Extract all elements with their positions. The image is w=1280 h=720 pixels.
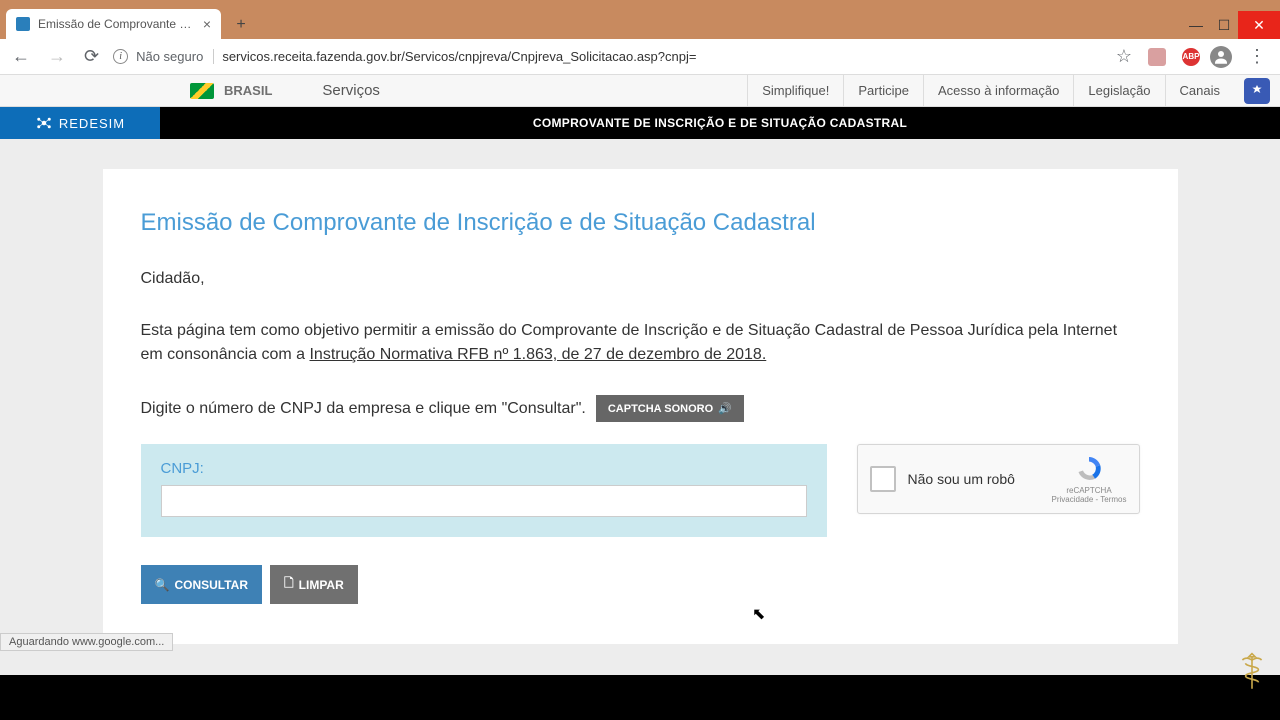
url-text: servicos.receita.fazenda.gov.br/Servicos…: [222, 49, 696, 64]
captcha-sonoro-button[interactable]: CAPTCHA SONORO 🔊: [596, 395, 744, 422]
consultar-button[interactable]: 🔍 CONSULTAR: [141, 565, 263, 604]
new-tab-button[interactable]: +: [227, 11, 255, 39]
extension-icon[interactable]: [1148, 48, 1166, 66]
bookmark-star-icon[interactable]: ☆: [1116, 46, 1132, 67]
header-bar: REDESIM COMPROVANTE DE INSCRIÇÃO E DE SI…: [0, 107, 1280, 139]
limpar-label: LIMPAR: [299, 578, 344, 592]
redesim-icon: [35, 114, 53, 132]
instruction-text: Digite o número de CNPJ da empresa e cli…: [141, 400, 586, 418]
tab-title: Emissão de Comprovante de Insc: [38, 17, 195, 31]
recaptcha-brand: reCAPTCHA: [1052, 486, 1127, 495]
gov-link-legislacao[interactable]: Legislação: [1073, 75, 1164, 107]
document-icon: 🗋: [284, 574, 294, 595]
intro-text: Esta página tem como objetivo permitir a…: [141, 319, 1140, 367]
profile-avatar-icon[interactable]: [1210, 46, 1232, 68]
recaptcha-widget: Não sou um robô reCAPTCHA Privacidade - …: [857, 444, 1140, 514]
reload-button[interactable]: ⟳: [80, 42, 103, 71]
adblock-icon[interactable]: ABP: [1182, 48, 1200, 66]
caduceus-icon: [1236, 652, 1268, 692]
recaptcha-logo: reCAPTCHA Privacidade - Termos: [1052, 454, 1127, 504]
gov-link-simplifique[interactable]: Simplifique!: [747, 75, 843, 107]
page-title: Emissão de Comprovante de Inscrição e de…: [141, 209, 1140, 237]
tab-favicon-icon: [16, 17, 30, 31]
captcha-sonoro-label: CAPTCHA SONORO: [608, 403, 713, 415]
gov-link-participe[interactable]: Participe: [843, 75, 923, 107]
site-info-icon[interactable]: i: [113, 49, 128, 64]
sound-icon: 🔊: [718, 402, 732, 415]
redesim-logo[interactable]: REDESIM: [0, 107, 160, 139]
window-close-button[interactable]: ✕: [1238, 11, 1280, 39]
recaptcha-label: Não sou um robô: [908, 471, 1040, 487]
status-bar: Aguardando www.google.com...: [0, 633, 173, 651]
recaptcha-checkbox[interactable]: [870, 466, 896, 492]
browser-menu-button[interactable]: ⋮: [1242, 46, 1272, 67]
accessibility-icon[interactable]: [1244, 78, 1270, 104]
address-bar[interactable]: i Não seguro servicos.receita.fazenda.go…: [113, 49, 1106, 64]
window-minimize-button[interactable]: —: [1182, 11, 1210, 39]
gov-top-bar: BRASIL Serviços Simplifique! Participe A…: [0, 75, 1280, 107]
services-link[interactable]: Serviços: [322, 82, 380, 99]
gov-link-canais[interactable]: Canais: [1165, 75, 1234, 107]
main-card: Emissão de Comprovante de Inscrição e de…: [103, 169, 1178, 644]
limpar-button[interactable]: 🗋 LIMPAR: [270, 565, 358, 604]
brazil-flag-icon: [190, 83, 214, 99]
redesim-text: REDESIM: [59, 116, 125, 131]
bottom-letterbox: [0, 692, 1280, 720]
recaptcha-terms[interactable]: Privacidade - Termos: [1052, 495, 1127, 504]
cnpj-label: CNPJ:: [161, 460, 807, 477]
forward-button[interactable]: →: [44, 42, 70, 71]
gov-link-acesso[interactable]: Acesso à informação: [923, 75, 1073, 107]
tab-close-icon[interactable]: ×: [203, 16, 211, 32]
salutation: Cidadão,: [141, 267, 1140, 291]
insecure-label: Não seguro: [136, 49, 214, 64]
brasil-label[interactable]: BRASIL: [224, 83, 272, 98]
cnpj-input[interactable]: [161, 485, 807, 517]
back-button[interactable]: ←: [8, 42, 34, 71]
cnpj-field-box: CNPJ:: [141, 444, 827, 537]
header-title: COMPROVANTE DE INSCRIÇÃO E DE SITUAÇÃO C…: [160, 116, 1280, 130]
browser-tab[interactable]: Emissão de Comprovante de Insc ×: [6, 9, 221, 39]
instrucao-link[interactable]: Instrução Normativa RFB nº 1.863, de 27 …: [309, 346, 766, 363]
window-maximize-button[interactable]: ☐: [1210, 11, 1238, 39]
search-icon: 🔍: [155, 578, 170, 592]
consultar-label: CONSULTAR: [174, 578, 248, 592]
